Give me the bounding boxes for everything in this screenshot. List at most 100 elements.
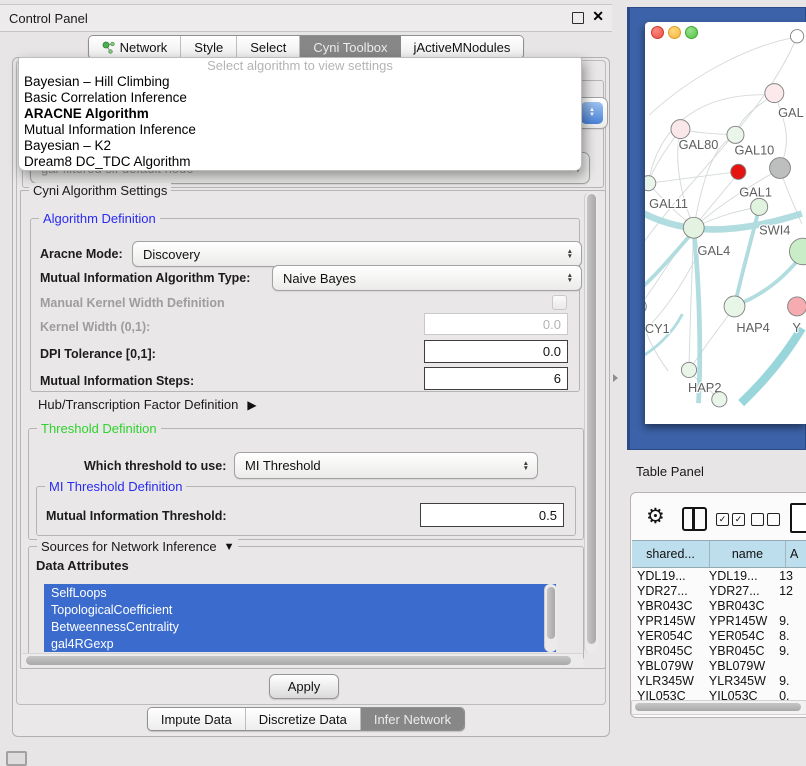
tab-label: Style bbox=[194, 40, 223, 55]
algorithm-option[interactable]: ARACNE Algorithm bbox=[19, 105, 581, 121]
algorithm-option[interactable]: Basic Correlation Inference bbox=[19, 89, 581, 105]
network-node-GAL4[interactable] bbox=[683, 217, 704, 238]
table-row[interactable]: YBR045CYBR045C9. bbox=[632, 643, 806, 658]
table-row[interactable]: YPR145WYPR145W9. bbox=[632, 613, 806, 628]
network-node-GAL1[interactable] bbox=[751, 198, 768, 215]
collapse-down-icon[interactable]: ▼ bbox=[224, 541, 235, 553]
table-cell: YPR145W bbox=[704, 614, 774, 628]
kernel-width-label: Kernel Width (0,1): bbox=[40, 320, 150, 334]
data-attribute-item[interactable]: TopologicalCoefficient bbox=[44, 601, 556, 618]
mi-threshold-label: Mutual Information Threshold: bbox=[46, 509, 227, 523]
algorithm-option[interactable]: Dream8 DC_TDC Algorithm bbox=[19, 153, 581, 169]
combo-spinner-icon[interactable]: ▲▼ bbox=[581, 102, 603, 124]
data-attribute-item[interactable]: SelfLoops bbox=[44, 584, 556, 601]
network-node-unlabeled-top[interactable] bbox=[790, 30, 803, 43]
network-node-HAP4[interactable] bbox=[724, 296, 745, 317]
tab-label: Impute Data bbox=[161, 712, 232, 727]
network-node-pink-right[interactable] bbox=[788, 297, 806, 316]
settings-horizontal-scrollbar[interactable] bbox=[22, 653, 583, 667]
tab-discretize-data[interactable]: Discretize Data bbox=[246, 708, 361, 730]
scrollbar-thumb[interactable] bbox=[547, 587, 555, 639]
network-node-HAP2[interactable] bbox=[681, 362, 696, 377]
data-attribute-item[interactable]: gal4RGexp bbox=[44, 635, 556, 652]
scrollbar-thumb[interactable] bbox=[635, 703, 801, 711]
scrollbar-thumb[interactable] bbox=[587, 194, 596, 644]
table-row[interactable]: YIL053CYIL053C0. bbox=[632, 688, 806, 700]
node-label-GAL10: GAL10 bbox=[735, 143, 775, 158]
tab-jactivemnodules[interactable]: jActiveMNodules bbox=[401, 36, 524, 58]
aracne-mode-combo[interactable]: Discovery ▲▼ bbox=[132, 241, 582, 267]
control-panel-titlebar: Control Panel ✕ bbox=[0, 4, 612, 32]
split-columns-icon[interactable] bbox=[682, 507, 707, 531]
node-label-GAL1: GAL1 bbox=[739, 184, 772, 199]
tab-impute-data[interactable]: Impute Data bbox=[148, 708, 246, 730]
network-node-SWI4[interactable] bbox=[789, 238, 806, 265]
data-attributes-list[interactable]: SelfLoopsTopologicalCoefficientBetweenne… bbox=[44, 584, 556, 652]
data-attribute-item[interactable]: BetweennessCentrality bbox=[44, 618, 556, 635]
node-table[interactable]: YDL19...YDL19...13YDR27...YDR27...12YBR0… bbox=[632, 568, 806, 700]
tab-cyni-toolbox[interactable]: Cyni Toolbox bbox=[300, 36, 400, 58]
close-icon[interactable]: ✕ bbox=[592, 8, 604, 25]
column-header-shared-name[interactable]: shared... bbox=[632, 541, 710, 567]
table-row[interactable]: YLR345WYLR345W9. bbox=[632, 673, 806, 688]
table-cell: YBL079W bbox=[632, 659, 704, 673]
control-panel-title: Control Panel bbox=[9, 11, 88, 26]
mi-type-combo[interactable]: Naive Bayes ▲▼ bbox=[272, 265, 582, 291]
tab-network[interactable]: Network bbox=[89, 36, 182, 58]
settings-vertical-scrollbar[interactable] bbox=[584, 192, 598, 653]
table-horizontal-scrollbar[interactable] bbox=[631, 700, 806, 715]
table-cell: 9. bbox=[774, 644, 806, 658]
algorithm-option[interactable]: Mutual Information Inference bbox=[19, 121, 581, 137]
deselect-all-icon[interactable] bbox=[751, 513, 780, 526]
mi-steps-field[interactable]: 6 bbox=[424, 367, 568, 390]
manual-kernel-checkbox[interactable] bbox=[552, 295, 567, 310]
node-label-GAL80: GAL80 bbox=[679, 137, 719, 152]
cyni-settings-title: Cyni Algorithm Settings bbox=[29, 183, 171, 198]
network-canvas[interactable]: GALGAL80GAL10GAL1GAL11SWI4GAL4GCY1HAP4YH… bbox=[645, 22, 806, 424]
collapsed-panel-icon[interactable] bbox=[6, 751, 27, 766]
hub-tf-definition-section[interactable]: Hub/Transcription Factor Definition ▶ bbox=[38, 397, 257, 412]
network-node-gray-node[interactable] bbox=[770, 158, 791, 179]
scrollbar-thumb[interactable] bbox=[26, 656, 571, 665]
tab-style[interactable]: Style bbox=[181, 36, 237, 58]
manual-kernel-label: Manual Kernel Width Definition bbox=[40, 296, 225, 310]
select-all-checks-icon[interactable]: ✓ ✓ bbox=[716, 513, 745, 526]
kernel-width-field[interactable]: 0.0 bbox=[424, 313, 568, 335]
table-row[interactable]: YDL19...YDL19...13 bbox=[632, 568, 806, 583]
table-row[interactable]: YER054CYER054C8. bbox=[632, 628, 806, 643]
hub-tf-definition-label: Hub/Transcription Factor Definition bbox=[38, 397, 238, 412]
column-header-name[interactable]: name bbox=[710, 541, 786, 567]
mi-type-label: Mutual Information Algorithm Type: bbox=[40, 271, 250, 285]
network-node-GAL10[interactable] bbox=[727, 126, 744, 143]
network-node-red-node[interactable] bbox=[731, 164, 746, 179]
table-cell: YDL19... bbox=[632, 569, 704, 583]
network-node-GAL80[interactable] bbox=[671, 120, 690, 139]
mi-threshold-field[interactable]: 0.5 bbox=[420, 503, 564, 527]
network-node-GAL11[interactable] bbox=[645, 176, 656, 191]
attributes-list-scrollbar[interactable] bbox=[544, 584, 557, 652]
tab-select[interactable]: Select bbox=[237, 36, 300, 58]
table-row[interactable]: YBR043CYBR043C bbox=[632, 598, 806, 613]
table-cell: 8. bbox=[774, 629, 806, 643]
mi-steps-value: 6 bbox=[554, 371, 561, 386]
network-node-gal-pink-top[interactable] bbox=[765, 84, 784, 103]
network-node-unlabeled-bottom[interactable] bbox=[712, 392, 727, 407]
which-threshold-combo[interactable]: MI Threshold ▲▼ bbox=[234, 452, 538, 479]
table-row[interactable]: YDR27...YDR27...12 bbox=[632, 583, 806, 598]
apply-button[interactable]: Apply bbox=[269, 674, 339, 699]
node-label-gal-pink-top: GAL bbox=[778, 105, 804, 120]
dpi-tolerance-field[interactable]: 0.0 bbox=[424, 340, 568, 363]
algorithm-option[interactable]: Bayesian – K2 bbox=[19, 137, 581, 153]
table-row[interactable]: YBL079WYBL079W bbox=[632, 658, 806, 673]
column-header-clipped[interactable]: A bbox=[786, 541, 806, 567]
expand-right-icon[interactable]: ▶ bbox=[247, 398, 256, 412]
float-window-icon[interactable] bbox=[572, 12, 584, 24]
gear-icon[interactable]: ⚙ bbox=[646, 504, 665, 529]
table-cell: YIL053C bbox=[704, 689, 774, 701]
file-icon[interactable] bbox=[790, 503, 806, 533]
algorithm-dropdown-popup: Select algorithm to view settings Bayesi… bbox=[18, 57, 582, 171]
panel-divider-handle[interactable] bbox=[613, 374, 618, 382]
tab-infer-network[interactable]: Infer Network bbox=[361, 708, 464, 730]
network-node-GCY1[interactable] bbox=[645, 299, 646, 314]
algorithm-option[interactable]: Bayesian – Hill Climbing bbox=[19, 73, 581, 89]
